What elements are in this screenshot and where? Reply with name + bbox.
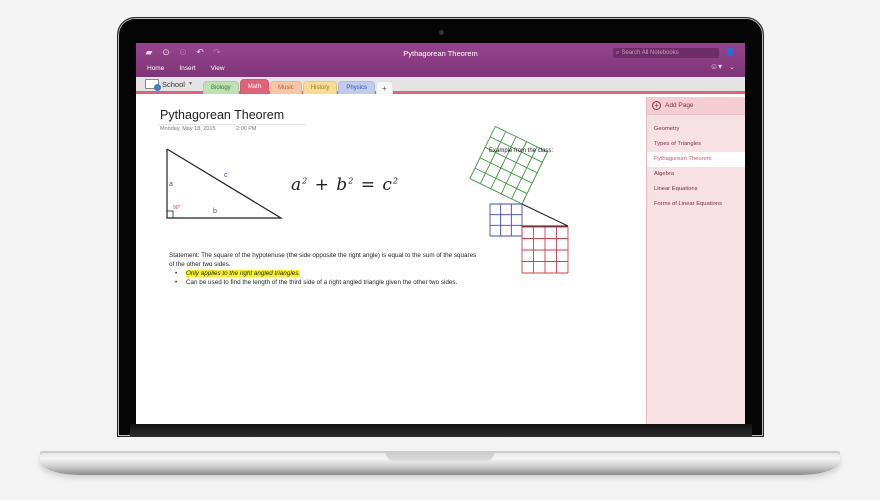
page-list-sidebar: + Add Page Geometry Types of Triangles P…	[646, 97, 745, 424]
example-hypotenuse-line	[521, 203, 569, 227]
bullet-list: Only applies to the right angled triangl…	[169, 269, 479, 287]
add-section-button[interactable]: +	[376, 81, 393, 94]
add-page-label: Add Page	[665, 102, 694, 109]
tab-biology[interactable]: Biology	[203, 81, 239, 94]
formula-exp-c: 2	[392, 176, 399, 186]
feedback-smiley-icon[interactable]: ☺▾	[710, 62, 722, 71]
formula-equals: =	[360, 175, 376, 195]
menu-home[interactable]: Home	[147, 65, 164, 72]
formula-exp-a: 2	[302, 176, 309, 186]
section-tab-bar: School ▼ Biology Math Music History Phys…	[136, 77, 745, 94]
side-c-label: c	[224, 172, 228, 179]
search-input[interactable]: ⌕ Search All Notebooks	[613, 48, 719, 58]
statement-block[interactable]: Statement: The square of the hypotenuse …	[169, 251, 479, 287]
bullet-item: Can be used to find the length of the th…	[169, 278, 479, 287]
page-canvas[interactable]: Pythagorean Theorem Monday, May 18, 2015…	[136, 97, 646, 424]
tab-math[interactable]: Math	[239, 79, 270, 94]
section-tabs: Biology Math Music History Physics +	[203, 79, 393, 94]
green-square-grid	[469, 126, 548, 205]
chevron-down-icon[interactable]: ⌄	[729, 63, 735, 71]
formula-c: c	[382, 175, 393, 195]
search-placeholder: Search All Notebooks	[621, 50, 679, 56]
caret-down-icon: ▼	[187, 81, 193, 87]
laptop-mockup: ▰ ⊙ ⊙ ↶ ↷ Pythagorean Theorem ⌕ Search A…	[0, 0, 880, 500]
laptop-notch	[386, 451, 494, 461]
page-item-geometry[interactable]: Geometry	[647, 122, 745, 137]
add-page-button[interactable]: + Add Page	[647, 97, 745, 115]
statement-text: Statement: The square of the hypotenuse …	[169, 252, 477, 268]
plus-circle-icon: +	[652, 101, 661, 110]
grid-line	[490, 136, 517, 189]
triangle-outline	[166, 148, 284, 219]
side-b-label: b	[213, 208, 217, 215]
page-item-pythagorean-theorem[interactable]: Pythagorean Theorem	[647, 152, 745, 167]
notebook-icon	[145, 79, 161, 91]
bullet-item: Only applies to the right angled triangl…	[169, 269, 479, 278]
formula-plus: +	[314, 175, 330, 195]
page-item-linear-equations[interactable]: Linear Equations	[647, 182, 745, 197]
menu-view[interactable]: View	[211, 65, 225, 72]
search-icon: ⌕	[616, 50, 620, 56]
grid-line	[479, 157, 533, 184]
page-list: Geometry Types of Triangles Pythagorean …	[647, 122, 745, 212]
side-a-label: a	[169, 181, 173, 188]
blue-square-grid	[489, 203, 523, 237]
notebook-name: School	[162, 79, 185, 89]
formula: a2 + b2 = c2	[291, 175, 399, 195]
triangle-drawing: a b c 90°	[166, 148, 284, 219]
example-label: Example from the class:	[489, 148, 554, 154]
page-item-algebra[interactable]: Algebra	[647, 167, 745, 182]
page-item-types-of-triangles[interactable]: Types of Triangles	[647, 137, 745, 152]
camera-icon	[439, 30, 444, 35]
menu-insert[interactable]: Insert	[179, 65, 195, 72]
menu-bar: Home Insert View	[147, 65, 225, 72]
title-bar: ▰ ⊙ ⊙ ↶ ↷ Pythagorean Theorem ⌕ Search A…	[136, 43, 745, 77]
notebook-selector[interactable]: School ▼	[145, 79, 193, 91]
grid-line	[521, 151, 548, 205]
grid-line	[511, 146, 538, 200]
formula-exp-b: 2	[348, 176, 355, 186]
formula-b: b	[336, 175, 349, 195]
grid-line	[474, 167, 528, 194]
tab-physics[interactable]: Physics	[338, 81, 376, 94]
app-window: ▰ ⊙ ⊙ ↶ ↷ Pythagorean Theorem ⌕ Search A…	[136, 43, 745, 424]
page-item-forms-of-linear-equations[interactable]: Forms of Linear Equations	[647, 197, 745, 212]
red-square-grid	[521, 226, 569, 274]
highlighted-text: Only applies to the right angled triangl…	[186, 270, 301, 277]
laptop-hinge	[130, 424, 752, 436]
right-angle-marker	[166, 210, 174, 219]
angle-label: 90°	[173, 205, 181, 211]
tab-history[interactable]: History	[302, 81, 338, 94]
formula-a: a	[291, 175, 303, 195]
tab-music[interactable]: Music	[270, 81, 302, 94]
share-icon[interactable]: 👤	[725, 47, 735, 56]
grid-line	[479, 131, 507, 184]
grid-line	[469, 178, 523, 205]
